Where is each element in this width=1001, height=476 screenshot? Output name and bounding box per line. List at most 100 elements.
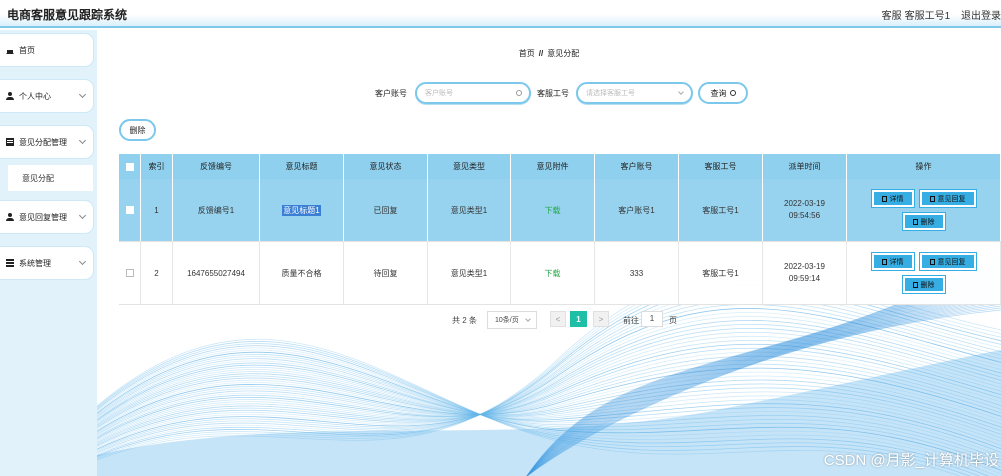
chevron-down-icon <box>78 257 87 266</box>
breadcrumb: 首页//意见分配 <box>97 48 1001 59</box>
delete-button-label: 删除 <box>920 218 935 226</box>
reply-button-label: 意见回复 <box>937 258 966 266</box>
page-size-select[interactable]: 10条/页 <box>487 311 537 329</box>
staff-id-select[interactable]: 请选择客服工号 <box>576 82 693 104</box>
sidebar-item-home[interactable]: 首页 <box>0 34 93 66</box>
page-size-value: 10条/页 <box>495 317 519 324</box>
detail-button-label: 详情 <box>889 258 904 266</box>
data-table: 索引 反馈编号 意见标题 意见状态 意见类型 意见附件 客户账号 客服工号 派单… <box>119 154 1001 305</box>
row-checkbox[interactable] <box>125 269 134 277</box>
app-title: 电商客服意见跟踪系统 <box>7 8 128 22</box>
column-header: 反馈编号 <box>173 154 260 179</box>
row-select-cell <box>119 242 141 304</box>
chevron-down-icon <box>78 90 87 99</box>
current-page-button[interactable]: 1 <box>570 311 587 327</box>
query-button[interactable]: 查询 <box>698 82 748 104</box>
attachment-cell: 下载 <box>511 179 595 241</box>
delete-button-label: 删除 <box>920 281 935 289</box>
sidebar: 首页 个人中心 意见分配管理 意见分配 意见回复管理 系统管理 <box>0 30 97 476</box>
user-icon <box>6 92 14 100</box>
row-checkbox[interactable] <box>125 206 134 214</box>
page-suffix: 页 <box>669 316 677 325</box>
document-icon <box>881 195 887 202</box>
column-header: 意见标题 <box>260 154 344 179</box>
delete-button[interactable]: 删除 <box>902 213 945 230</box>
column-header: 派单时间 <box>763 154 847 179</box>
title-cell: 意见标题1 <box>260 179 344 241</box>
status-text: 已回复 <box>373 205 398 215</box>
trash-icon <box>912 281 918 288</box>
download-link[interactable]: 下载 <box>545 268 561 279</box>
search-icon <box>516 90 522 96</box>
actions-cell: 详情 意见回复 删除 <box>847 242 1001 304</box>
main-content: 首页//意见分配 客户账号 客户账号 客服工号 请选择客服工号 查询 删除 索引… <box>97 30 1001 476</box>
sidebar-item-label: 系统管理 <box>19 258 51 268</box>
user-icon <box>6 213 14 221</box>
customer-account-input[interactable]: 客户账号 <box>415 82 531 104</box>
top-header: 电商客服意见跟踪系统 客服 客服工号1 退出登录 <box>0 0 1001 28</box>
sidebar-item-reply-mgmt[interactable]: 意见回复管理 <box>0 201 93 233</box>
table-header: 索引 反馈编号 意见标题 意见状态 意见类型 意见附件 客户账号 客服工号 派单… <box>119 154 1001 179</box>
type-cell: 意见类型1 <box>428 179 511 241</box>
watermark: CSDN @月影_计算机毕设 <box>823 452 999 469</box>
prev-page-button[interactable]: < <box>550 311 566 327</box>
detail-button[interactable]: 详情 <box>871 190 914 207</box>
column-header: 意见附件 <box>511 154 595 179</box>
next-page-button[interactable]: > <box>593 311 609 327</box>
chevron-down-icon <box>678 89 684 95</box>
customer-account-label: 客户账号 <box>375 89 407 98</box>
detail-button-label: 详情 <box>889 195 904 203</box>
feedback-no-cell: 反馈编号1 <box>173 179 260 241</box>
customer-cell: 333 <box>595 242 679 304</box>
staff-id-label: 客服工号 <box>537 89 569 98</box>
column-header: 客户账号 <box>595 154 679 179</box>
sidebar-item-profile[interactable]: 个人中心 <box>0 80 93 112</box>
logout-link[interactable]: 退出登录 <box>961 11 1001 22</box>
reply-button[interactable]: 意见回复 <box>919 253 976 270</box>
menu-icon <box>6 259 14 267</box>
title-cell: 质量不合格 <box>260 242 344 304</box>
detail-button[interactable]: 详情 <box>871 253 914 270</box>
chevron-down-icon <box>78 211 87 220</box>
customer-account-placeholder: 客户账号 <box>425 90 453 97</box>
feedback-no-cell: 1647655027494 <box>173 242 260 304</box>
trash-icon <box>912 218 918 225</box>
pagination: 共 2 条 10条/页 < 1 > 前往 1 页 <box>97 311 1001 329</box>
index-cell: 2 <box>141 242 173 304</box>
staff-cell: 客服工号1 <box>679 179 763 241</box>
staff-id-placeholder: 请选择客服工号 <box>586 90 635 97</box>
table-row[interactable]: 1 反馈编号1 意见标题1 已回复 意见类型1 下载 客户账号1 客服工号1 2… <box>119 179 1001 242</box>
staff-cell: 客服工号1 <box>679 242 763 304</box>
breadcrumb-home[interactable]: 首页 <box>519 49 535 58</box>
sidebar-subitem-assignment[interactable]: 意见分配 <box>8 165 93 191</box>
attachment-cell: 下载 <box>511 242 595 304</box>
sidebar-item-label: 个人中心 <box>19 91 51 101</box>
user-area: 客服 客服工号1 退出登录 <box>874 7 1001 22</box>
sidebar-item-label: 意见分配管理 <box>19 137 67 147</box>
table-row[interactable]: 2 1647655027494 质量不合格 待回复 意见类型1 下载 333 客… <box>119 242 1001 305</box>
column-header: 意见状态 <box>344 154 428 179</box>
breadcrumb-current: 意见分配 <box>547 49 580 58</box>
delete-button[interactable]: 删除 <box>902 276 945 293</box>
goto-page-input[interactable]: 1 <box>641 311 663 327</box>
goto-label: 前往 <box>623 316 639 325</box>
batch-delete-button[interactable]: 删除 <box>119 119 156 141</box>
user-role: 客服 <box>881 11 902 22</box>
reply-button-label: 意见回复 <box>937 195 966 203</box>
index-cell: 1 <box>141 179 173 241</box>
column-header: 操作 <box>847 154 1001 179</box>
document-icon <box>929 195 935 202</box>
status-cell: 待回复 <box>344 242 428 304</box>
title-text: 意见标题1 <box>282 204 321 216</box>
select-all-checkbox[interactable] <box>125 162 134 171</box>
time-cell: 2022-03-19 09:54:56 <box>763 179 847 241</box>
download-link[interactable]: 下载 <box>545 205 561 216</box>
home-icon <box>6 46 14 54</box>
query-button-label: 查询 <box>710 88 727 98</box>
sidebar-item-assignment-mgmt[interactable]: 意见分配管理 <box>0 126 93 158</box>
type-cell: 意见类型1 <box>428 242 511 304</box>
sidebar-item-system[interactable]: 系统管理 <box>0 247 93 279</box>
search-bar: 客户账号 客户账号 客服工号 请选择客服工号 查询 <box>97 82 1001 104</box>
sidebar-item-label: 意见回复管理 <box>19 212 67 222</box>
reply-button[interactable]: 意见回复 <box>919 190 976 207</box>
